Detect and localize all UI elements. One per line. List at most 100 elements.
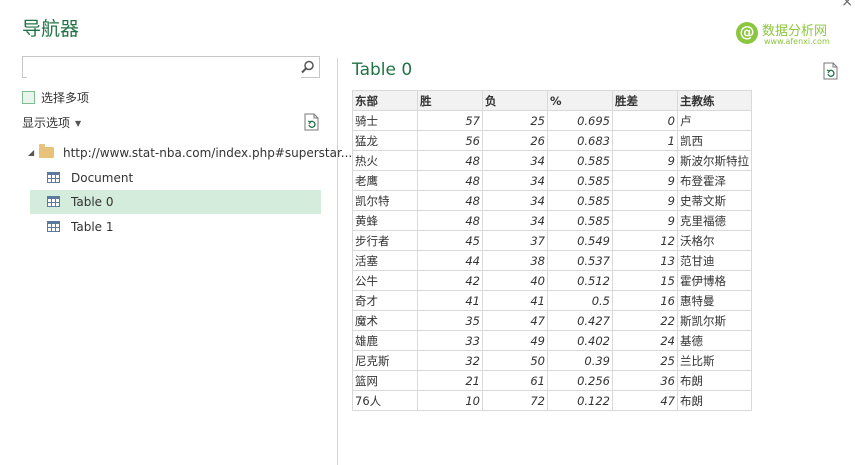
tree-item-table-1[interactable]: Table 1 (30, 215, 321, 239)
table-cell: 16 (612, 290, 678, 311)
table-icon (47, 172, 60, 183)
table-cell: 0.122 (547, 390, 613, 411)
table-cell: 35 (417, 310, 483, 331)
close-icon[interactable]: × (841, 0, 853, 10)
table-row: 篮网 21 61 0.256 36 布朗 (352, 370, 752, 391)
table-row: 76人 10 72 0.122 47 布朗 (352, 390, 752, 411)
table-row: 活塞 44 38 0.537 13 范甘迪 (352, 250, 752, 271)
table-cell: 0.585 (547, 210, 613, 231)
table-cell: 13 (612, 250, 678, 271)
table-cell: 猛龙 (352, 130, 418, 151)
table-cell: 骑士 (352, 110, 418, 131)
watermark-logo: @ 数据分析网 www.afenxi.com (736, 20, 846, 48)
table-cell: 48 (417, 190, 483, 211)
table-cell: 老鹰 (352, 170, 418, 191)
table-row: 步行者 45 37 0.549 12 沃格尔 (352, 230, 752, 251)
table-cell: 1 (612, 130, 678, 151)
table-cell: 凯尔特 (352, 190, 418, 211)
table-cell: 25 (482, 110, 548, 131)
table-cell: 49 (482, 330, 548, 351)
table-cell: 霍伊博格 (677, 270, 752, 291)
column-header[interactable]: 胜 (417, 90, 483, 111)
logo-url: www.afenxi.com (764, 37, 830, 46)
table-cell: 惠特曼 (677, 290, 752, 311)
folder-icon (39, 144, 54, 158)
table-cell: 公牛 (352, 270, 418, 291)
column-header[interactable]: % (547, 90, 613, 111)
table-cell: 34 (482, 210, 548, 231)
search-box (22, 56, 320, 78)
multi-select-label: 选择多项 (41, 91, 90, 105)
table-cell: 44 (417, 250, 483, 271)
table-cell: 布朗 (677, 370, 752, 391)
table-row: 猛龙 56 26 0.683 1 凯西 (352, 130, 752, 151)
table-cell: 9 (612, 150, 678, 171)
table-cell: 基德 (677, 330, 752, 351)
table-cell: 0.512 (547, 270, 613, 291)
table-row: 热火 48 34 0.585 9 斯波尔斯特拉 (352, 150, 752, 171)
table-cell: 魔术 (352, 310, 418, 331)
refresh-icon[interactable] (304, 113, 320, 131)
table-cell: 史蒂文斯 (677, 190, 752, 211)
table-cell: 热火 (352, 150, 418, 171)
table-cell: 36 (612, 370, 678, 391)
table-cell: 48 (417, 150, 483, 171)
table-cell: 57 (417, 110, 483, 131)
table-cell: 0.39 (547, 350, 613, 371)
search-input[interactable] (27, 58, 301, 78)
table-cell: 黄蜂 (352, 210, 418, 231)
table-header-row: 东部 胜 负 % 胜差 主教练 (352, 90, 752, 111)
table-cell: 奇才 (352, 290, 418, 311)
table-cell: 斯凯尔斯 (677, 310, 752, 331)
table-cell: 0.683 (547, 130, 613, 151)
column-header[interactable]: 主教练 (677, 90, 752, 111)
table-cell: 41 (482, 290, 548, 311)
table-cell: 0.256 (547, 370, 613, 391)
table-row: 老鹰 48 34 0.585 9 布登霍泽 (352, 170, 752, 191)
table-cell: 47 (482, 310, 548, 331)
table-cell: 0.427 (547, 310, 613, 331)
table-cell: 步行者 (352, 230, 418, 251)
tree-item-label: Table 1 (71, 220, 114, 234)
table-cell: 34 (482, 190, 548, 211)
table-body: 骑士 57 25 0.695 0 卢猛龙 56 26 0.683 1 凯西 热火 48 34 0.585 9 斯… (352, 110, 752, 411)
table-cell: 尼克斯 (352, 350, 418, 371)
table-cell: 33 (417, 330, 483, 351)
refresh-preview-icon[interactable] (823, 62, 839, 80)
table-cell: 9 (612, 190, 678, 211)
table-row: 尼克斯 32 50 0.39 25 兰比斯 (352, 350, 752, 371)
table-cell: 50 (482, 350, 548, 371)
tree-root-url[interactable]: ◢ http://www.stat-nba.com/index.php#supe… (28, 141, 352, 165)
tree-item-document[interactable]: Document (30, 166, 321, 190)
preview-title: Table 0 (352, 60, 413, 80)
table-cell: 72 (482, 390, 548, 411)
table-icon (47, 221, 60, 232)
table-cell: 34 (482, 170, 548, 191)
table-cell: 56 (417, 130, 483, 151)
table-cell: 0.585 (547, 170, 613, 191)
table-cell: 38 (482, 250, 548, 271)
search-icon[interactable] (301, 60, 315, 74)
table-cell: 47 (612, 390, 678, 411)
multi-select-option[interactable]: 选择多项 (22, 89, 89, 106)
table-cell: 凯西 (677, 130, 752, 151)
table-cell: 42 (417, 270, 483, 291)
tree-item-table-0[interactable]: Table 0 (30, 190, 321, 214)
multi-select-checkbox[interactable] (22, 91, 35, 104)
logo-mark: @ (736, 22, 758, 44)
column-header[interactable]: 负 (482, 90, 548, 111)
table-cell: 雄鹿 (352, 330, 418, 351)
table-cell: 40 (482, 270, 548, 291)
collapse-triangle-icon[interactable]: ◢ (28, 141, 34, 165)
table-cell: 范甘迪 (677, 250, 752, 271)
table-cell: 9 (612, 170, 678, 191)
column-header[interactable]: 东部 (352, 90, 418, 111)
column-header[interactable]: 胜差 (612, 90, 678, 111)
display-options-dropdown[interactable]: 显示选项 ▼ (22, 114, 81, 131)
pane-divider[interactable] (337, 58, 338, 465)
table-cell: 兰比斯 (677, 350, 752, 371)
table-row: 雄鹿 33 49 0.402 24 基德 (352, 330, 752, 351)
preview-table: 东部 胜 负 % 胜差 主教练 骑士 57 25 0.695 0 卢猛龙 56 26 0.683… (352, 90, 752, 411)
table-cell: 22 (612, 310, 678, 331)
tree-item-label: Table 0 (71, 195, 114, 209)
